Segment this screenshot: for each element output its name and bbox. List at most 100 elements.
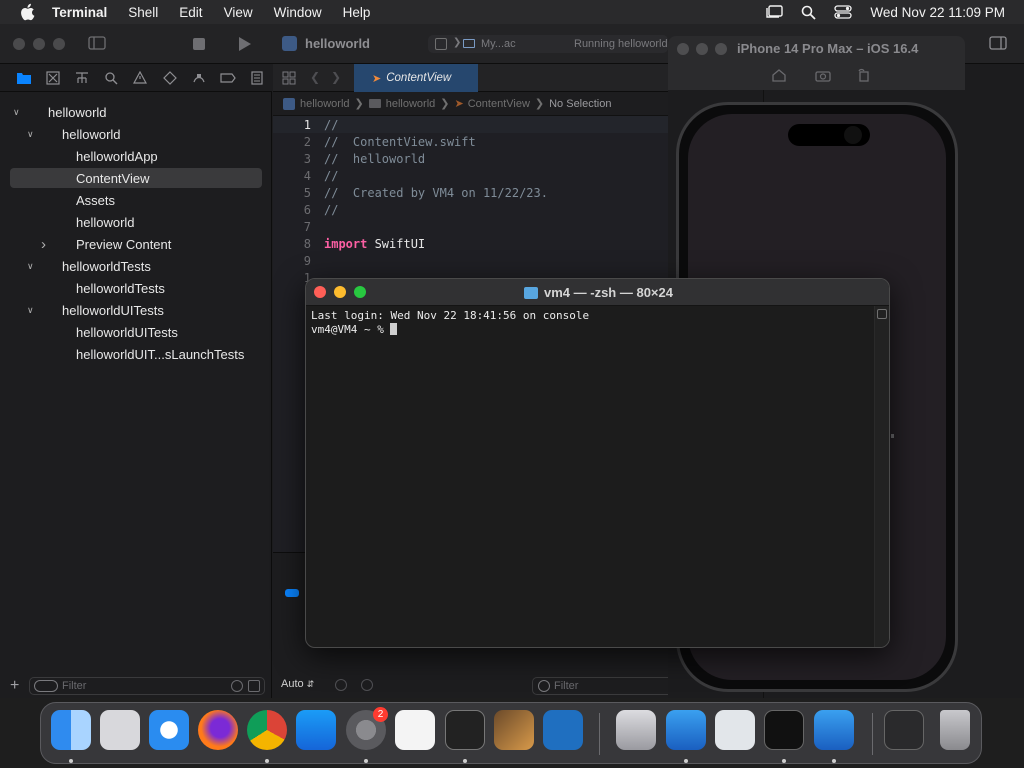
app-store-app-icon[interactable] [296, 710, 336, 750]
breadcrumb-project[interactable]: helloworld [300, 98, 350, 110]
navigator-item[interactable]: helloworldUITests [10, 322, 262, 342]
breadcrumb-file[interactable]: ContentView [468, 98, 530, 110]
navigator-item[interactable]: helloworldTests [10, 278, 262, 298]
finder-app-icon[interactable] [51, 710, 91, 750]
xcode-minimize-button[interactable] [33, 38, 45, 50]
simulator-minimize-button[interactable] [696, 43, 708, 55]
menu-shell[interactable]: Shell [128, 5, 158, 20]
scheme-status-bar[interactable]: ❯ My...ac Running helloworld [428, 35, 668, 53]
navigator-item[interactable]: helloworldApp [10, 146, 262, 166]
stage-manager-icon[interactable] [765, 5, 784, 19]
menu-window[interactable]: Window [274, 5, 322, 20]
xcode-app-icon[interactable] [666, 710, 706, 750]
navigator-item[interactable]: helloworld [10, 212, 262, 232]
textedit-app-icon[interactable] [395, 710, 435, 750]
scm-filter-icon[interactable] [248, 680, 260, 692]
stop-icon[interactable] [193, 38, 205, 50]
inspector-toggle-icon[interactable] [989, 36, 1007, 53]
project-navigator-icon[interactable] [9, 68, 38, 88]
menu-bar-status-area: Wed Nov 22 11:09 PM [765, 0, 1024, 24]
menu-bar: Terminal Shell Edit View Window Help Wed… [0, 0, 1024, 24]
source-control-navigator-icon[interactable] [38, 68, 67, 88]
breadcrumb-selection[interactable]: No Selection [549, 98, 611, 110]
debug-navigator-icon[interactable] [184, 68, 213, 88]
rotate-icon[interactable] [855, 67, 873, 83]
recent-files-icon[interactable] [231, 680, 243, 692]
issue-navigator-icon[interactable] [126, 68, 155, 88]
menu-view[interactable]: View [224, 5, 253, 20]
screenshots-app-icon[interactable] [884, 710, 924, 750]
info-icon[interactable] [361, 679, 373, 691]
control-center-icon[interactable] [834, 5, 853, 19]
disclosure-open-icon[interactable]: ∨ [13, 107, 20, 118]
forward-arrow-icon[interactable]: ❯ [331, 70, 341, 84]
code-text: // [324, 168, 339, 183]
chrome-app-icon[interactable] [247, 710, 287, 750]
firefox-app-icon[interactable] [198, 710, 238, 750]
test-navigator-icon[interactable] [155, 68, 184, 88]
safari-app-icon[interactable] [149, 710, 189, 750]
xcode-zoom-button[interactable] [53, 38, 65, 50]
debug-console-indicator-icon[interactable] [285, 589, 299, 597]
symbol-navigator-icon[interactable] [67, 68, 96, 88]
menu-edit[interactable]: Edit [179, 5, 202, 20]
scheme-destination[interactable]: My...ac [481, 38, 516, 50]
console-filter-placeholder: Filter [554, 680, 579, 692]
report-navigator-icon[interactable] [243, 68, 272, 88]
preview-app-icon[interactable] [715, 710, 755, 750]
simulator-close-button[interactable] [677, 43, 689, 55]
navigator-item[interactable]: Assets [10, 190, 262, 210]
disclosure-open-icon[interactable]: ∨ [27, 305, 34, 316]
navigator-item[interactable]: helloworldUIT...sLaunchTests [10, 344, 262, 364]
navigator-item[interactable]: › Preview Content [10, 234, 262, 254]
navigator-item[interactable]: ∨ helloworld [10, 102, 262, 122]
back-arrow-icon[interactable]: ❮ [310, 70, 320, 84]
last-login-line: Last login: Wed Nov 22 18:41:56 on conso… [311, 309, 590, 322]
breadcrumb-group[interactable]: helloworld [386, 98, 436, 110]
menu-terminal[interactable]: Terminal [52, 5, 107, 20]
trash-app-icon[interactable] [940, 710, 970, 750]
disclosure-open-icon[interactable]: ∨ [27, 129, 34, 140]
breakpoint-navigator-icon[interactable] [214, 68, 243, 88]
terminal-scrollbar[interactable] [874, 306, 889, 647]
visual-studio-code-app-icon[interactable] [543, 710, 583, 750]
tab-content-view[interactable]: ➤ ContentView [354, 64, 478, 92]
navigator-filter-field[interactable]: Filter [29, 677, 265, 695]
variables-view-mode[interactable]: Auto ⇵ [281, 678, 314, 690]
navigator-item[interactable]: ContentView [10, 168, 262, 188]
marks-icon[interactable] [877, 309, 887, 319]
quick-look-icon[interactable] [335, 679, 347, 691]
screenshot-icon[interactable] [814, 67, 832, 83]
activity-monitor-app-icon[interactable] [764, 710, 804, 750]
running-indicator [463, 759, 467, 763]
navigator-item[interactable]: ∨ helloworld [10, 124, 262, 144]
disclosure-open-icon[interactable]: ∨ [27, 261, 34, 272]
downloads-app-icon[interactable] [616, 710, 656, 750]
navigator-item-label: helloworldTests [62, 258, 151, 274]
code-text: // helloworld [324, 151, 426, 166]
simulator-zoom-button[interactable] [715, 43, 727, 55]
navigator-item[interactable]: ∨ helloworldUITests [10, 300, 262, 320]
garageband-app-icon[interactable] [494, 710, 534, 750]
home-icon[interactable] [770, 67, 788, 83]
terminal-content[interactable]: Last login: Wed Nov 22 18:41:56 on conso… [306, 306, 876, 647]
run-icon[interactable] [238, 36, 252, 55]
terminal-titlebar[interactable]: vm4 — -zsh — 80×24 [306, 279, 889, 306]
code-text: // [324, 117, 339, 132]
launchpad-app-icon[interactable] [100, 710, 140, 750]
related-items-icon[interactable] [282, 71, 296, 88]
sidebar-toggle-icon[interactable] [88, 36, 106, 53]
code-line: 1 // [273, 116, 673, 133]
filter-options-icon[interactable] [34, 680, 58, 692]
spotlight-search-icon[interactable] [801, 5, 817, 20]
find-navigator-icon[interactable] [97, 68, 126, 88]
xcode-close-button[interactable] [13, 38, 25, 50]
apple-menu-icon[interactable] [18, 3, 36, 21]
add-file-icon[interactable]: + [10, 677, 19, 695]
simulator-app-icon[interactable] [814, 710, 854, 750]
menu-help[interactable]: Help [343, 5, 371, 20]
terminal-app-icon[interactable] [445, 710, 485, 750]
navigator-item[interactable]: ∨ helloworldTests [10, 256, 262, 276]
disclosure-closed-icon[interactable]: › [41, 236, 46, 253]
menu-bar-clock[interactable]: Wed Nov 22 11:09 PM [870, 5, 1005, 20]
